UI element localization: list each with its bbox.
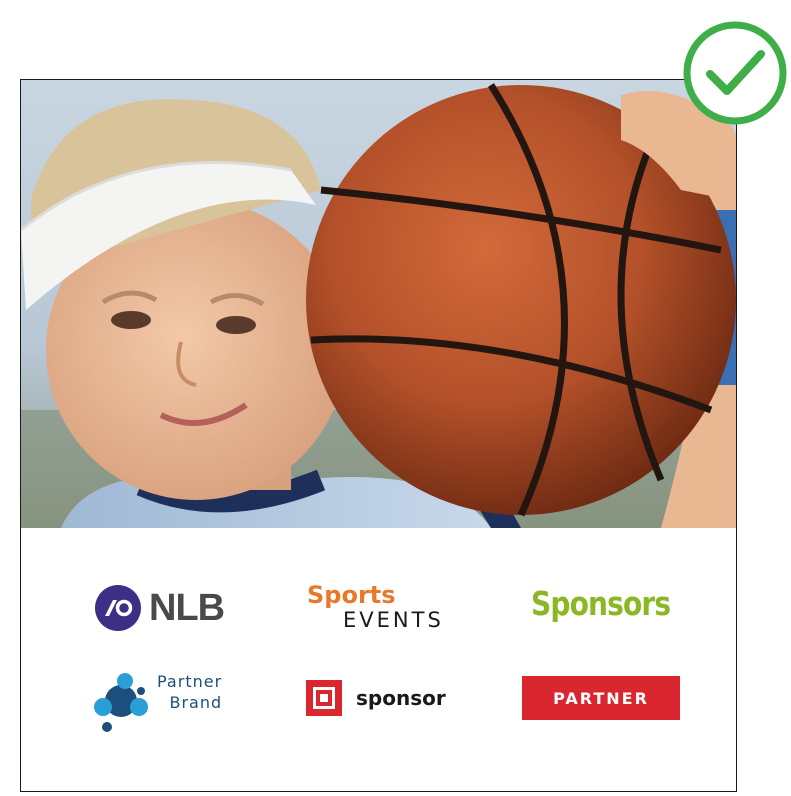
sports-events-line2: EVENTS — [343, 608, 444, 632]
partner-brand-bubbles-icon — [94, 673, 148, 732]
nlb-logo[interactable]: NLB — [95, 584, 225, 632]
check-circle-icon — [683, 21, 787, 125]
sponsor-text: sponsor — [356, 686, 446, 710]
partner-brand-line2: Brand — [169, 693, 223, 712]
nlb-text: NLB — [149, 586, 225, 629]
nlb-mark-icon — [95, 585, 141, 631]
sponsor-square-icon — [306, 680, 342, 716]
partner-brand-line1: Partner — [157, 672, 223, 691]
sponsors-logo[interactable]: Sponsors — [531, 584, 671, 623]
sports-events-line1: Sports — [307, 581, 396, 609]
sponsor-logos: NLB Sports EVENTS Sponsors Partner Brand — [21, 528, 736, 791]
partner-brand-logo[interactable]: Partner Brand — [91, 669, 241, 735]
image-card: NLB Sports EVENTS Sponsors Partner Brand — [20, 79, 737, 792]
partner-brand-text: Partner Brand — [157, 671, 222, 713]
partner-logo[interactable]: PARTNER — [522, 676, 680, 720]
sports-events-logo[interactable]: Sports EVENTS — [307, 582, 444, 632]
hero-photo — [21, 80, 736, 528]
sponsor-logo[interactable]: sponsor — [306, 680, 446, 716]
